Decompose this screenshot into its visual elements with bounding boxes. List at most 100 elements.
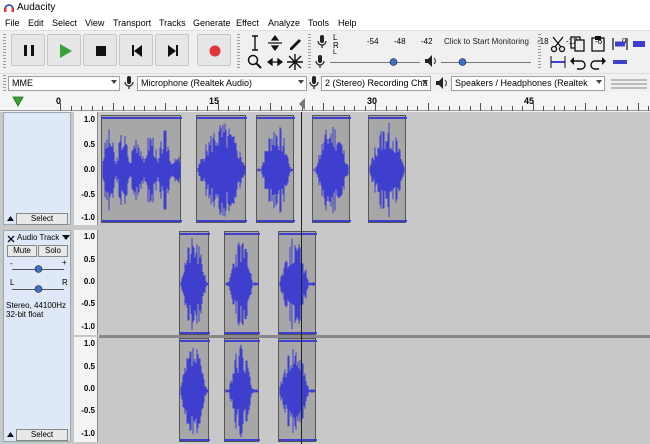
record-meter-hint[interactable]: Click to Start Monitoring [444,37,529,46]
cut-icon[interactable] [549,35,567,53]
edit-grip[interactable] [538,34,541,70]
menu-tracks[interactable]: Tracks [159,18,186,28]
ruler-tick [60,103,61,111]
time-shift-tool-icon[interactable] [266,53,284,71]
skip-to-start-button[interactable] [119,34,153,66]
record-volume-slider-track[interactable] [330,62,420,63]
ruler-tick [501,106,502,111]
ruler-tick [480,103,481,111]
meter-grip[interactable] [308,34,311,70]
menu-view[interactable]: View [85,18,104,28]
audio-host-select[interactable]: MME [8,76,120,91]
trim-audio-icon[interactable] [611,35,629,53]
stop-button[interactable] [83,34,117,66]
audio-clip[interactable] [278,231,317,335]
selection-tool-icon[interactable] [246,34,264,52]
zoom-tool-icon[interactable] [246,53,264,71]
record-volume-slider-thumb[interactable] [389,57,398,67]
track1-select-button[interactable]: Select [16,213,68,225]
transport-toolbar: L R -54 -48 -42 Click to Start Monitorin… [0,31,650,73]
ruler-tick [71,106,72,111]
menu-file[interactable]: File [5,18,20,28]
track2-rate-info: Stereo, 44100Hz [6,301,67,310]
audio-clip[interactable] [278,338,317,442]
pan-slider-thumb[interactable] [34,284,43,294]
audio-clip[interactable] [196,115,247,223]
playback-volume-slider-thumb[interactable] [458,57,467,67]
recording-channels-select[interactable]: 2 (Stereo) Recording Cha [321,76,431,91]
microphone-icon[interactable] [316,35,328,49]
recording-device-select[interactable]: Microphone (Realtek Audio) [137,76,307,91]
menu-analyze[interactable]: Analyze [268,18,300,28]
multi-tool-icon[interactable] [286,53,304,71]
track2-control-panel[interactable]: Audio Track Mute Solo - + L R Stereo, 44… [3,230,71,442]
silence-audio-icon[interactable] [549,53,567,71]
track2-top-vertical-scale[interactable]: 1.0 0.5 0.0 -0.5 -1.0 [74,230,98,335]
audio-clip[interactable] [224,231,260,335]
play-button[interactable] [47,34,81,66]
audio-clip[interactable] [224,338,260,442]
track2-left-channel-lane[interactable] [99,231,650,335]
track2-select-button[interactable]: Select [16,429,68,441]
copy-icon[interactable] [569,35,587,53]
waveform [369,117,407,222]
playback-volume-slider-track[interactable] [441,62,531,63]
audio-clip[interactable] [312,115,351,223]
close-track-icon[interactable] [7,235,15,243]
gain-minus-label: - [10,259,13,268]
menu-tools[interactable]: Tools [308,18,329,28]
menu-bar: File Edit Select View Transport Tracks G… [0,16,650,31]
track1-waveform-lane[interactable] [99,115,650,225]
audio-clip[interactable] [101,115,182,223]
play-cursor-line [301,112,302,444]
record-button[interactable] [197,34,231,66]
track2-name[interactable]: Audio Track [17,233,59,242]
track1-vertical-scale[interactable]: 1.0 0.5 0.0 -0.5 -1.0 [74,112,98,225]
paste-icon[interactable] [589,35,607,53]
track1-control-panel[interactable]: Select [3,112,71,225]
zoom-toggle-icon[interactable] [611,53,629,71]
solo-button[interactable]: Solo [38,245,68,257]
ruler-tick [260,106,261,111]
gain-slider-thumb[interactable] [34,264,43,274]
collapse-track-icon[interactable] [6,214,15,223]
menu-edit[interactable]: Edit [28,18,44,28]
audio-clip[interactable] [179,338,210,442]
mute-button[interactable]: Mute [7,245,37,257]
menu-effect[interactable]: Effect [236,18,259,28]
speaker-icon[interactable] [424,54,438,68]
pin-play-head-icon[interactable] [12,96,24,107]
ruler-tick [627,106,628,111]
ruler-tick [386,106,387,111]
menu-generate[interactable]: Generate [193,18,231,28]
collapse-track-icon[interactable] [6,430,15,439]
playback-device-select[interactable]: Speakers / Headphones (Realtek [451,76,605,91]
menu-help[interactable]: Help [338,18,357,28]
audio-clip[interactable] [256,115,295,223]
toolbar-grip[interactable] [3,34,6,70]
menu-select[interactable]: Select [52,18,77,28]
audio-clip[interactable] [179,231,210,335]
undo-icon[interactable] [569,53,587,71]
menu-transport[interactable]: Transport [113,18,151,28]
draw-tool-icon[interactable] [286,34,304,52]
redo-icon[interactable] [589,53,607,71]
waveform [313,117,351,222]
fit-selection-icon[interactable] [630,35,648,53]
ruler-tick [554,106,555,111]
ruler-tick [81,106,82,111]
pause-button[interactable] [11,34,45,66]
meter-scale-label: -42 [421,37,433,46]
device-grip[interactable] [3,75,6,91]
track2-bottom-vertical-scale[interactable]: 1.0 0.5 0.0 -0.5 -1.0 [74,337,98,442]
envelope-tool-icon[interactable] [266,34,284,52]
audio-clip[interactable] [368,115,407,223]
skip-to-end-button[interactable] [155,34,189,66]
mixer-icon[interactable] [609,78,649,90]
meter-scale-label: -54 [367,37,379,46]
tools-grip[interactable] [237,34,240,70]
ruler-tick [134,106,135,111]
track-menu-chevron-icon[interactable] [62,235,70,241]
track2-right-channel-lane[interactable] [99,338,650,442]
timeline-ruler[interactable]: 0 15 30 45 [0,92,650,111]
